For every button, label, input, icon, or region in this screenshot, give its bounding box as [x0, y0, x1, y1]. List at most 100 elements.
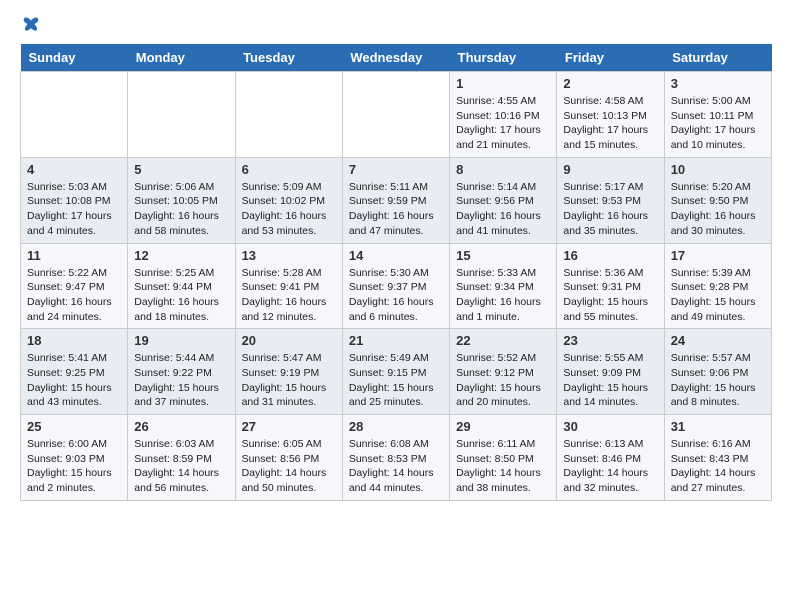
day-content: Sunrise: 5:52 AM Sunset: 9:12 PM Dayligh… [456, 351, 550, 410]
calendar-header: SundayMondayTuesdayWednesdayThursdayFrid… [21, 44, 772, 72]
calendar-body: 1 Sunrise: 4:55 AM Sunset: 10:16 PM Dayli… [21, 72, 772, 501]
day-content: Sunrise: 5:33 AM Sunset: 9:34 PM Dayligh… [456, 266, 550, 325]
calendar-week-4: 18 Sunrise: 5:41 AM Sunset: 9:25 PM Dayli… [21, 329, 772, 415]
day-number: 30 [563, 419, 657, 434]
calendar-cell: 3 Sunrise: 5:00 AM Sunset: 10:11 PM Dayli… [664, 72, 771, 158]
day-content: Sunrise: 5:39 AM Sunset: 9:28 PM Dayligh… [671, 266, 765, 325]
calendar-cell: 17 Sunrise: 5:39 AM Sunset: 9:28 PM Dayli… [664, 243, 771, 329]
day-number: 15 [456, 248, 550, 263]
calendar-cell [128, 72, 235, 158]
day-number: 24 [671, 333, 765, 348]
page-header [20, 16, 772, 32]
calendar-cell: 11Sunrise: 5:22 AM Sunset: 9:47 PM Dayli… [21, 243, 128, 329]
day-content: Sunrise: 5:41 AM Sunset: 9:25 PM Dayligh… [27, 351, 121, 410]
calendar-cell: 25 Sunrise: 6:00 AM Sunset: 9:03 PM Dayli… [21, 415, 128, 501]
calendar-cell: 30 Sunrise: 6:13 AM Sunset: 8:46 PM Dayli… [557, 415, 664, 501]
day-number: 11 [27, 248, 121, 263]
day-number: 18 [27, 333, 121, 348]
day-content: Sunrise: 5:47 AM Sunset: 9:19 PM Dayligh… [242, 351, 336, 410]
day-number: 10 [671, 162, 765, 177]
day-number: 12 [134, 248, 228, 263]
day-content: Sunrise: 5:55 AM Sunset: 9:09 PM Dayligh… [563, 351, 657, 410]
calendar-cell [235, 72, 342, 158]
header-day-monday: Monday [128, 44, 235, 72]
day-number: 14 [349, 248, 443, 263]
day-number: 21 [349, 333, 443, 348]
day-content: Sunrise: 6:03 AM Sunset: 8:59 PM Dayligh… [134, 437, 228, 496]
calendar-cell: 10Sunrise: 5:20 AM Sunset: 9:50 PM Dayli… [664, 157, 771, 243]
header-day-thursday: Thursday [450, 44, 557, 72]
header-day-friday: Friday [557, 44, 664, 72]
calendar-cell: 29Sunrise: 6:11 AM Sunset: 8:50 PM Dayli… [450, 415, 557, 501]
calendar-cell: 12 Sunrise: 5:25 AM Sunset: 9:44 PM Dayli… [128, 243, 235, 329]
day-number: 9 [563, 162, 657, 177]
calendar-week-3: 11Sunrise: 5:22 AM Sunset: 9:47 PM Dayli… [21, 243, 772, 329]
day-number: 3 [671, 76, 765, 91]
day-number: 22 [456, 333, 550, 348]
calendar-cell: 13 Sunrise: 5:28 AM Sunset: 9:41 PM Dayli… [235, 243, 342, 329]
day-number: 26 [134, 419, 228, 434]
calendar-cell: 4 Sunrise: 5:03 AM Sunset: 10:08 PM Dayli… [21, 157, 128, 243]
calendar-cell: 22 Sunrise: 5:52 AM Sunset: 9:12 PM Dayli… [450, 329, 557, 415]
header-day-wednesday: Wednesday [342, 44, 449, 72]
calendar-cell [342, 72, 449, 158]
day-number: 4 [27, 162, 121, 177]
calendar-cell: 21 Sunrise: 5:49 AM Sunset: 9:15 PM Dayli… [342, 329, 449, 415]
day-content: Sunrise: 5:49 AM Sunset: 9:15 PM Dayligh… [349, 351, 443, 410]
calendar-cell: 28 Sunrise: 6:08 AM Sunset: 8:53 PM Dayli… [342, 415, 449, 501]
calendar-cell: 18 Sunrise: 5:41 AM Sunset: 9:25 PM Dayli… [21, 329, 128, 415]
day-content: Sunrise: 6:05 AM Sunset: 8:56 PM Dayligh… [242, 437, 336, 496]
calendar-cell: 5 Sunrise: 5:06 AM Sunset: 10:05 PM Dayli… [128, 157, 235, 243]
day-content: Sunrise: 5:06 AM Sunset: 10:05 PM Daylig… [134, 180, 228, 239]
day-number: 23 [563, 333, 657, 348]
calendar-cell: 31 Sunrise: 6:16 AM Sunset: 8:43 PM Dayli… [664, 415, 771, 501]
day-content: Sunrise: 6:13 AM Sunset: 8:46 PM Dayligh… [563, 437, 657, 496]
day-content: Sunrise: 5:36 AM Sunset: 9:31 PM Dayligh… [563, 266, 657, 325]
day-content: Sunrise: 5:44 AM Sunset: 9:22 PM Dayligh… [134, 351, 228, 410]
day-content: Sunrise: 5:28 AM Sunset: 9:41 PM Dayligh… [242, 266, 336, 325]
day-content: Sunrise: 5:30 AM Sunset: 9:37 PM Dayligh… [349, 266, 443, 325]
day-number: 5 [134, 162, 228, 177]
calendar-cell: 7Sunrise: 5:11 AM Sunset: 9:59 PM Daylig… [342, 157, 449, 243]
calendar-cell: 24Sunrise: 5:57 AM Sunset: 9:06 PM Dayli… [664, 329, 771, 415]
day-number: 7 [349, 162, 443, 177]
day-number: 1 [456, 76, 550, 91]
header-row: SundayMondayTuesdayWednesdayThursdayFrid… [21, 44, 772, 72]
day-number: 17 [671, 248, 765, 263]
header-day-sunday: Sunday [21, 44, 128, 72]
day-number: 13 [242, 248, 336, 263]
calendar-cell: 14 Sunrise: 5:30 AM Sunset: 9:37 PM Dayli… [342, 243, 449, 329]
day-number: 27 [242, 419, 336, 434]
day-number: 16 [563, 248, 657, 263]
calendar-cell: 1 Sunrise: 4:55 AM Sunset: 10:16 PM Dayli… [450, 72, 557, 158]
logo-bird-icon [21, 16, 41, 32]
header-day-tuesday: Tuesday [235, 44, 342, 72]
calendar-table: SundayMondayTuesdayWednesdayThursdayFrid… [20, 44, 772, 501]
day-content: Sunrise: 4:55 AM Sunset: 10:16 PM Daylig… [456, 94, 550, 153]
header-day-saturday: Saturday [664, 44, 771, 72]
day-content: Sunrise: 5:09 AM Sunset: 10:02 PM Daylig… [242, 180, 336, 239]
calendar-week-5: 25 Sunrise: 6:00 AM Sunset: 9:03 PM Dayli… [21, 415, 772, 501]
day-content: Sunrise: 6:16 AM Sunset: 8:43 PM Dayligh… [671, 437, 765, 496]
calendar-cell: 15 Sunrise: 5:33 AM Sunset: 9:34 PM Dayli… [450, 243, 557, 329]
calendar-week-1: 1 Sunrise: 4:55 AM Sunset: 10:16 PM Dayli… [21, 72, 772, 158]
day-number: 31 [671, 419, 765, 434]
day-content: Sunrise: 6:08 AM Sunset: 8:53 PM Dayligh… [349, 437, 443, 496]
logo [20, 16, 41, 32]
day-number: 25 [27, 419, 121, 434]
day-content: Sunrise: 5:25 AM Sunset: 9:44 PM Dayligh… [134, 266, 228, 325]
day-content: Sunrise: 5:03 AM Sunset: 10:08 PM Daylig… [27, 180, 121, 239]
day-number: 2 [563, 76, 657, 91]
calendar-cell: 26 Sunrise: 6:03 AM Sunset: 8:59 PM Dayli… [128, 415, 235, 501]
calendar-cell: 20 Sunrise: 5:47 AM Sunset: 9:19 PM Dayli… [235, 329, 342, 415]
day-number: 20 [242, 333, 336, 348]
day-content: Sunrise: 4:58 AM Sunset: 10:13 PM Daylig… [563, 94, 657, 153]
calendar-cell: 16 Sunrise: 5:36 AM Sunset: 9:31 PM Dayli… [557, 243, 664, 329]
day-number: 28 [349, 419, 443, 434]
day-content: Sunrise: 5:00 AM Sunset: 10:11 PM Daylig… [671, 94, 765, 153]
calendar-cell: 19Sunrise: 5:44 AM Sunset: 9:22 PM Dayli… [128, 329, 235, 415]
day-content: Sunrise: 5:14 AM Sunset: 9:56 PM Dayligh… [456, 180, 550, 239]
calendar-cell: 6 Sunrise: 5:09 AM Sunset: 10:02 PM Dayli… [235, 157, 342, 243]
day-content: Sunrise: 6:00 AM Sunset: 9:03 PM Dayligh… [27, 437, 121, 496]
day-number: 6 [242, 162, 336, 177]
